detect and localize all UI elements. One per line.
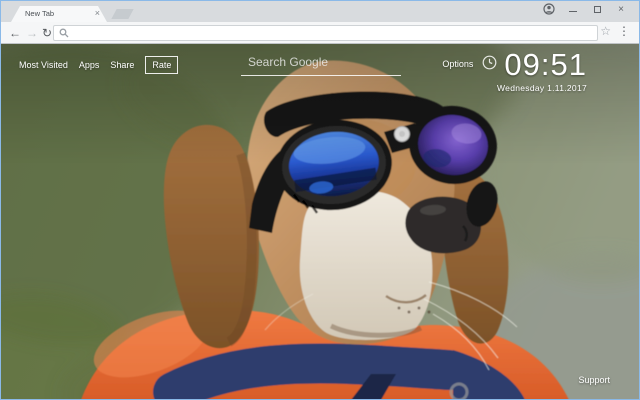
browser-window: New Tab × × ← → ↻ ☆ ⋮ Most Visited Apps … (0, 0, 640, 400)
search-icon (59, 28, 69, 38)
new-tab-button[interactable] (111, 9, 134, 19)
clock-widget: Options 09:51 Wednesday 1.11.2017 (442, 49, 587, 93)
tab-close-icon[interactable]: × (95, 8, 100, 18)
bookmark-star-icon[interactable]: ☆ (600, 24, 611, 38)
forward-button[interactable]: → (26, 25, 38, 41)
nav-most-visited[interactable]: Most Visited (19, 60, 68, 70)
newtab-nav: Most Visited Apps Share Rate (19, 56, 179, 74)
wallpaper-dog-photo (1, 44, 639, 399)
browser-toolbar: ← → ↻ ☆ ⋮ (1, 22, 639, 44)
window-controls: × (537, 1, 633, 17)
nav-rate[interactable]: Rate (145, 56, 179, 74)
address-bar[interactable] (53, 25, 598, 41)
close-button[interactable]: × (609, 1, 633, 17)
options-link[interactable]: Options (442, 59, 473, 69)
tab-strip: New Tab × × (1, 1, 639, 22)
back-button[interactable]: ← (9, 25, 21, 41)
nav-apps[interactable]: Apps (79, 60, 100, 70)
tab-title: New Tab (25, 9, 55, 18)
clock-date: Wednesday 1.11.2017 (497, 83, 587, 93)
minimize-button[interactable] (561, 1, 585, 17)
reload-button[interactable]: ↻ (42, 25, 52, 41)
new-tab-page: Most Visited Apps Share Rate Options 09:… (1, 44, 639, 399)
profile-icon[interactable] (537, 1, 561, 17)
tab-new-tab[interactable]: New Tab × (11, 6, 107, 22)
nav-share[interactable]: Share (110, 60, 134, 70)
address-input[interactable] (73, 27, 597, 39)
clock-time: 09:51 (504, 47, 587, 82)
google-search (241, 52, 401, 76)
clock-icon (483, 55, 497, 70)
support-link[interactable]: Support (578, 375, 610, 385)
maximize-button[interactable] (585, 1, 609, 17)
menu-icon[interactable]: ⋮ (618, 24, 630, 38)
google-search-input[interactable] (241, 52, 401, 76)
